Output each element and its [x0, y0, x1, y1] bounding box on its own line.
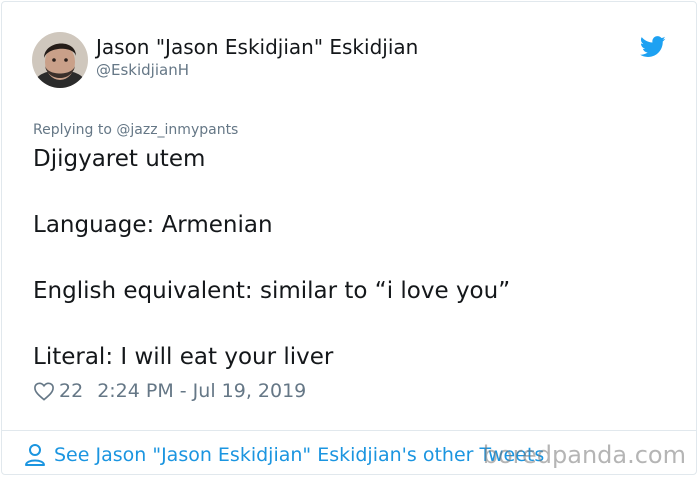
replying-to[interactable]: Replying to @jazz_inmypants	[33, 121, 238, 139]
divider	[2, 430, 696, 431]
person-icon	[24, 443, 46, 467]
tweet-card: Jason "Jason Eskidjian" Eskidjian @Eskid…	[1, 1, 697, 475]
tweet-text-line: Literal: I will eat your liver	[33, 344, 334, 370]
user-handle[interactable]: @EskidjianH	[96, 60, 418, 80]
author-names: Jason "Jason Eskidjian" Eskidjian @Eskid…	[96, 34, 418, 80]
tweet-header: Jason "Jason Eskidjian" Eskidjian @Eskid…	[32, 32, 666, 92]
avatar[interactable]	[32, 32, 88, 88]
watermark: boredpanda.com	[482, 441, 686, 469]
tweet-text-line: Language: Armenian	[33, 212, 273, 238]
like-count[interactable]: 22	[59, 378, 83, 404]
tweet-meta: 22 2:24 PM - Jul 19, 2019	[33, 378, 306, 404]
tweet-text-line: English equivalent: similar to “i love y…	[33, 278, 511, 304]
twitter-bird-icon[interactable]	[639, 36, 666, 58]
display-name[interactable]: Jason "Jason Eskidjian" Eskidjian	[96, 34, 418, 60]
other-tweets-link[interactable]: See Jason "Jason Eskidjian" Eskidjian's …	[24, 440, 544, 470]
heart-icon[interactable]	[33, 381, 55, 401]
other-tweets-label[interactable]: See Jason "Jason Eskidjian" Eskidjian's …	[54, 442, 544, 468]
timestamp[interactable]: 2:24 PM - Jul 19, 2019	[97, 378, 306, 404]
tweet-text-line: Djigyaret utem	[33, 146, 206, 172]
